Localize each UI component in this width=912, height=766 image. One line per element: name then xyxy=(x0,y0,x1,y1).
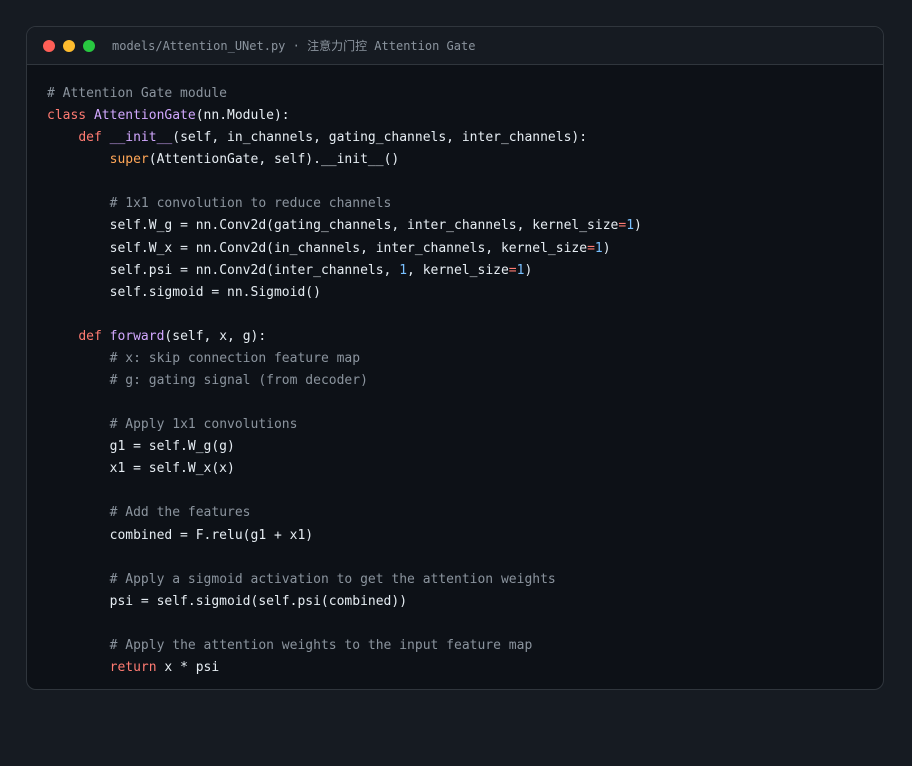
code-line: return x * psi xyxy=(47,657,642,679)
code-token-keyword: def xyxy=(78,130,102,146)
code-token-text: self.sigmoid = nn.Sigmoid() xyxy=(47,284,321,300)
code-token-text: (nn.Module): xyxy=(195,108,290,124)
code-token-operator: = xyxy=(618,218,627,234)
code-token-text: ) xyxy=(524,262,533,278)
code-token-text: (self, in_channels, gating_channels, int… xyxy=(172,130,588,146)
code-line: # x: skip connection feature map xyxy=(47,348,642,370)
code-line: def forward(self, x, g): xyxy=(47,326,642,348)
code-line: self.W_x = nn.Conv2d(in_channels, inter_… xyxy=(47,238,642,260)
code-line: def __init__(self, in_channels, gating_c… xyxy=(47,127,642,149)
code-token-text: x * psi xyxy=(156,660,220,676)
code-line: # Apply 1x1 convolutions xyxy=(47,414,642,436)
code-token-function: forward xyxy=(109,328,165,344)
code-editor[interactable]: # Attention Gate module class AttentionGa… xyxy=(47,83,642,679)
code-token-comment: # Add the features xyxy=(109,505,251,521)
code-token-text: self.W_x xyxy=(47,240,181,256)
code-token-text: (AttentionGate, self).__init__() xyxy=(148,152,400,168)
code-line: # 1x1 convolution to reduce channels xyxy=(47,193,642,215)
code-token-comment: # Apply a sigmoid activation to get the … xyxy=(109,571,556,587)
code-line: psi = self.sigmoid(self.psi(combined)) xyxy=(47,591,642,613)
code-line: # Apply the attention weights to the inp… xyxy=(47,635,642,657)
code-token-text: g1 = self.W_g(g) xyxy=(47,439,235,455)
close-button[interactable] xyxy=(43,39,55,52)
code-line: super(AttentionGate, self).__init__() xyxy=(47,149,642,171)
code-line: # Add the features xyxy=(47,502,642,524)
code-line: combined = F.relu(g1 + x1) xyxy=(47,525,642,547)
minimize-button[interactable] xyxy=(63,39,75,52)
window-titlebar: models/Attention_UNet.py · 注意力门控 Attenti… xyxy=(27,27,883,65)
code-token-operator: = xyxy=(508,262,517,278)
maximize-button[interactable] xyxy=(83,39,95,52)
code-token-operator: = xyxy=(587,240,595,256)
code-line: # Apply a sigmoid activation to get the … xyxy=(47,569,642,591)
window-title: models/Attention_UNet.py · 注意力门控 Attenti… xyxy=(112,39,476,53)
code-token-text: self.W_g xyxy=(47,218,181,234)
code-token-builtin: super xyxy=(109,152,149,168)
code-window: models/Attention_UNet.py · 注意力门控 Attenti… xyxy=(26,26,884,690)
code-line: self.W_g = nn.Conv2d(gating_channels, in… xyxy=(47,215,642,237)
code-line: self.sigmoid = nn.Sigmoid() xyxy=(47,282,642,304)
code-token-comment: # Attention Gate module xyxy=(47,86,228,101)
code-token-text: combined = F.relu(g1 + x1) xyxy=(47,527,314,543)
code-token-number: 1 xyxy=(594,240,603,256)
code-token-keyword: def xyxy=(78,328,102,344)
code-token-text: (self, x, g): xyxy=(164,328,267,344)
code-token-text: = nn.Conv2d(inter_channels, xyxy=(180,262,400,278)
code-token-comment: # Apply 1x1 convolutions xyxy=(109,417,298,433)
code-token-text: , kernel_size xyxy=(407,262,509,278)
code-token-comment: # x: skip connection feature map xyxy=(109,350,361,366)
code-token-comment: # Apply the attention weights to the inp… xyxy=(109,637,533,653)
code-token-keyword: class xyxy=(47,108,87,124)
code-line: # Attention Gate module xyxy=(47,83,642,105)
code-line: # g: gating signal (from decoder) xyxy=(47,370,642,392)
code-line: g1 = self.W_g(g) xyxy=(47,436,642,458)
code-token-text: ) xyxy=(634,218,642,234)
code-token-comment: # g: gating signal (from decoder) xyxy=(109,373,368,389)
code-token-text: self.psi xyxy=(47,262,181,278)
code-line: class AttentionGate(nn.Module): xyxy=(47,105,642,127)
window-controls xyxy=(43,39,95,52)
code-token-number: 1 xyxy=(399,262,408,278)
code-token-text: = nn.Conv2d(in_channels, inter_channels,… xyxy=(180,240,588,256)
code-token-text: x1 = self.W_x(x) xyxy=(47,461,235,477)
code-line: x1 = self.W_x(x) xyxy=(47,458,642,480)
code-token-comment: # 1x1 convolution to reduce channels xyxy=(109,196,392,212)
code-line: self.psi = nn.Conv2d(inter_channels, 1, … xyxy=(47,260,642,282)
code-token-function: AttentionGate xyxy=(93,108,196,124)
code-token-function: __init__ xyxy=(109,130,173,146)
code-token-text: ) xyxy=(602,240,611,256)
code-token-text: = nn.Conv2d(gating_channels, inter_chann… xyxy=(180,218,619,234)
code-token-text: psi = self.sigmoid(self.psi(combined)) xyxy=(47,593,408,609)
code-token-number: 1 xyxy=(626,218,635,234)
code-token-keyword: return xyxy=(109,660,157,676)
